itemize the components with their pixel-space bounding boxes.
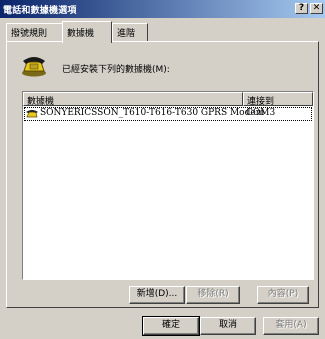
column-header-port[interactable]: 連接到 xyxy=(243,92,313,107)
modem-icon xyxy=(26,110,38,118)
window-title: 電話和數據機選項 xyxy=(3,6,77,16)
properties-button[interactable]: 內容(P) xyxy=(257,286,309,304)
help-button[interactable]: ? xyxy=(295,3,308,14)
add-button[interactable]: 新增(D)... xyxy=(129,286,185,304)
tab-advanced[interactable]: 進階 xyxy=(112,23,148,41)
modems-description: 已經安裝下列的數據機(M): xyxy=(62,65,170,75)
title-bar: 電話和數據機選項 ? ✕ xyxy=(0,0,325,18)
list-item[interactable]: SONYERICSSON_T610-T616-T630 GPRS Modem C… xyxy=(24,107,312,121)
remove-button[interactable]: 移除(R) xyxy=(186,286,240,304)
modem-name: SONYERICSSON_T610-T616-T630 GPRS Modem xyxy=(40,108,265,118)
phone-icon xyxy=(22,57,46,77)
dialog-window: 電話和數據機選項 ? ✕ 撥號規則 數據機 進階 已經安裝下列的數據機(M): … xyxy=(0,0,325,339)
column-header-modem[interactable]: 數據機 xyxy=(23,92,243,107)
modem-port: COM3 xyxy=(246,108,276,118)
tab-dialing-rules[interactable]: 撥號規則 xyxy=(6,23,63,41)
ok-button[interactable]: 確定 xyxy=(142,316,200,336)
apply-button[interactable]: 套用(A) xyxy=(263,317,319,335)
tab-modems[interactable]: 數據機 xyxy=(62,21,112,43)
modem-list[interactable]: 數據機 連接到 SONYERICSSON_T610-T616-T630 GPRS… xyxy=(22,91,314,280)
close-button[interactable]: ✕ xyxy=(310,3,323,14)
cancel-button[interactable]: 取消 xyxy=(200,317,256,335)
